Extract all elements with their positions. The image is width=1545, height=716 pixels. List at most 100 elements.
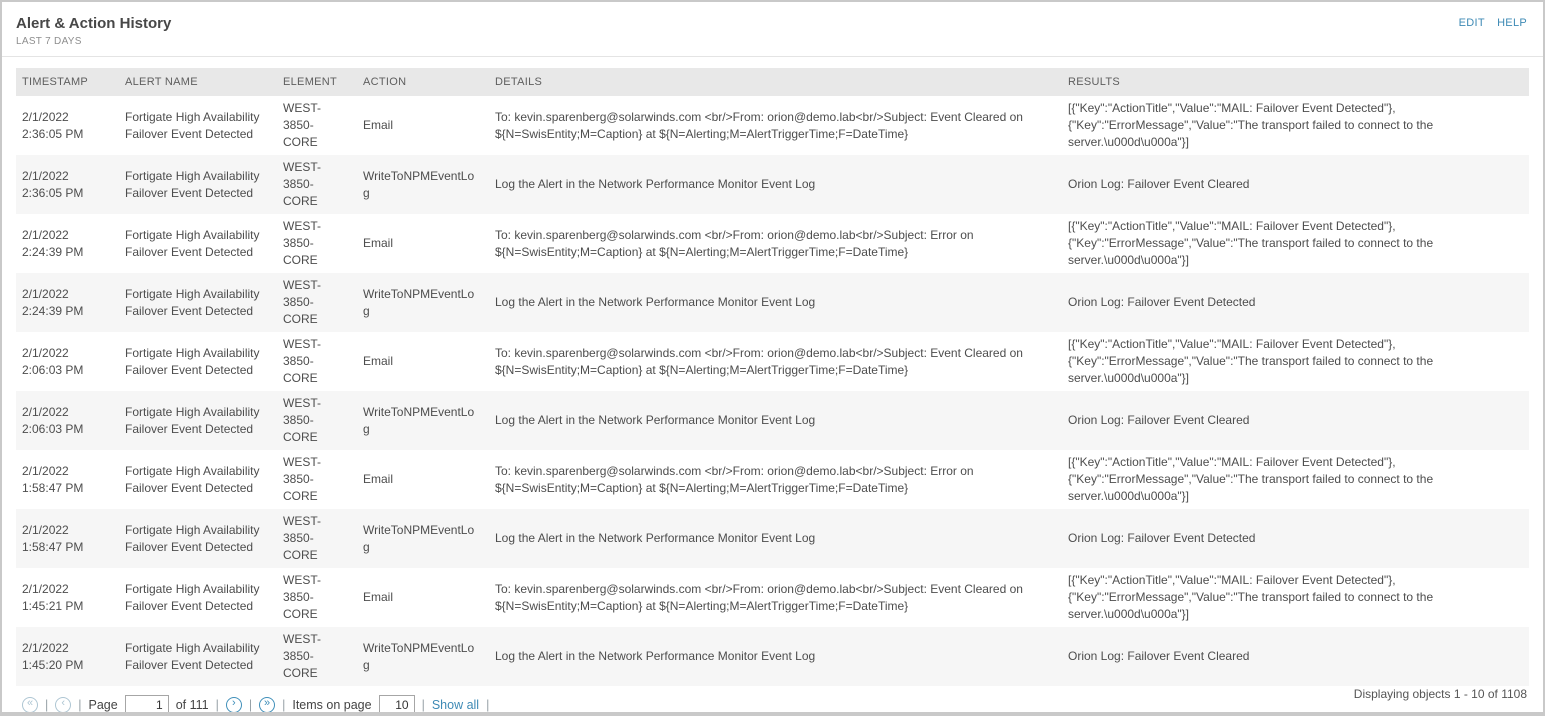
alert-name-cell: Fortigate High Availability Failover Eve… [125, 404, 260, 436]
column-header-element: ELEMENT [283, 76, 338, 88]
element-cell: WEST-3850-CORE [283, 278, 321, 326]
results-cell: [{"Key":"ActionTitle","Value":"MAIL: Fai… [1068, 573, 1434, 621]
element-cell: WEST-3850-CORE [283, 337, 321, 385]
alert-name-cell: Fortigate High Availability Failover Eve… [125, 227, 260, 259]
prev-page-button[interactable]: ‹ [55, 696, 72, 712]
timestamp-cell: 2/1/2022 2:36:05 PM [22, 168, 84, 200]
page-of-label: of 111 [175, 697, 209, 712]
element-cell: WEST-3850-CORE [283, 514, 321, 562]
timestamp-cell: 2/1/2022 2:24:39 PM [22, 286, 84, 318]
alert-name-cell: Fortigate High Availability Failover Eve… [125, 286, 260, 318]
first-page-button[interactable]: « [22, 696, 38, 712]
header-divider [2, 56, 1543, 57]
details-cell: Log the Alert in the Network Performance… [495, 649, 816, 663]
items-on-page-input[interactable] [378, 695, 415, 712]
pager-separator: | [282, 697, 286, 712]
details-cell: To: kevin.sparenberg@solarwinds.com <br/… [495, 345, 1023, 377]
action-cell: WriteToNPMEventLog [363, 168, 475, 200]
table-row: 2/1/2022 1:58:47 PM Fortigate High Avail… [16, 509, 1529, 568]
table-row: 2/1/2022 2:36:05 PM Fortigate High Avail… [16, 96, 1529, 155]
edit-link[interactable]: EDIT [1459, 17, 1485, 29]
action-cell: Email [363, 118, 394, 132]
help-link[interactable]: HELP [1497, 17, 1527, 29]
details-cell: To: kevin.sparenberg@solarwinds.com <br/… [495, 109, 1023, 141]
pager-separator: | [421, 697, 425, 712]
items-on-page-label: Items on page [292, 697, 372, 712]
element-cell: WEST-3850-CORE [283, 219, 321, 267]
table-row: 2/1/2022 2:06:03 PM Fortigate High Avail… [16, 391, 1529, 450]
page-subtitle: LAST 7 DAYS [16, 36, 82, 47]
header-links: EDIT HELP [1450, 17, 1527, 29]
details-cell: Log the Alert in the Network Performance… [495, 413, 816, 427]
results-cell: [{"Key":"ActionTitle","Value":"MAIL: Fai… [1068, 101, 1434, 149]
table-header-row: TIMESTAMP ALERT NAME ELEMENT ACTION DETA… [16, 68, 1529, 96]
pager-separator: | [215, 697, 219, 712]
table-row: 2/1/2022 2:06:03 PM Fortigate High Avail… [16, 332, 1529, 391]
alert-name-cell: Fortigate High Availability Failover Eve… [125, 522, 260, 554]
action-cell: WriteToNPMEventLog [363, 404, 475, 436]
alert-name-cell: Fortigate High Availability Failover Eve… [125, 640, 260, 672]
table-row: 2/1/2022 2:24:39 PM Fortigate High Avail… [16, 273, 1529, 332]
next-page-button[interactable]: › [225, 696, 242, 712]
details-cell: To: kevin.sparenberg@solarwinds.com <br/… [495, 227, 974, 259]
alert-name-cell: Fortigate High Availability Failover Eve… [125, 168, 260, 200]
pagination-bar: « | ‹ | Page of 111 | › | » | Items on p… [16, 688, 1529, 712]
results-cell: [{"Key":"ActionTitle","Value":"MAIL: Fai… [1068, 455, 1434, 503]
element-cell: WEST-3850-CORE [283, 632, 321, 680]
timestamp-cell: 2/1/2022 1:45:21 PM [22, 581, 84, 613]
column-header-alert-name: ALERT NAME [125, 76, 198, 88]
table-row: 2/1/2022 2:24:39 PM Fortigate High Avail… [16, 214, 1529, 273]
table-body: 2/1/2022 2:36:05 PM Fortigate High Avail… [16, 96, 1529, 686]
results-cell: Orion Log: Failover Event Cleared [1068, 649, 1250, 663]
element-cell: WEST-3850-CORE [283, 455, 321, 503]
results-cell: Orion Log: Failover Event Detected [1068, 295, 1256, 309]
details-cell: To: kevin.sparenberg@solarwinds.com <br/… [495, 463, 974, 495]
element-cell: WEST-3850-CORE [283, 160, 321, 208]
action-cell: WriteToNPMEventLog [363, 522, 475, 554]
timestamp-cell: 2/1/2022 2:24:39 PM [22, 227, 84, 259]
alert-name-cell: Fortigate High Availability Failover Eve… [125, 463, 260, 495]
page-label: Page [88, 697, 118, 712]
table-row: 2/1/2022 1:45:21 PM Fortigate High Avail… [16, 568, 1529, 627]
show-all-link[interactable]: Show all [432, 698, 479, 712]
details-cell: Log the Alert in the Network Performance… [495, 295, 816, 309]
results-cell: Orion Log: Failover Event Cleared [1068, 413, 1250, 427]
details-cell: To: kevin.sparenberg@solarwinds.com <br/… [495, 581, 1023, 613]
alert-name-cell: Fortigate High Availability Failover Eve… [125, 345, 260, 377]
action-cell: Email [363, 354, 394, 368]
results-cell: Orion Log: Failover Event Detected [1068, 531, 1256, 545]
alert-history-table: TIMESTAMP ALERT NAME ELEMENT ACTION DETA… [16, 68, 1529, 686]
timestamp-cell: 2/1/2022 2:06:03 PM [22, 404, 84, 436]
results-cell: [{"Key":"ActionTitle","Value":"MAIL: Fai… [1068, 337, 1434, 385]
details-cell: Log the Alert in the Network Performance… [495, 531, 816, 545]
element-cell: WEST-3850-CORE [283, 396, 321, 444]
table-row: 2/1/2022 1:58:47 PM Fortigate High Avail… [16, 450, 1529, 509]
pager-separator: | [486, 697, 490, 712]
results-cell: Orion Log: Failover Event Cleared [1068, 177, 1250, 191]
column-header-action: ACTION [363, 76, 407, 88]
widget-frame: Alert & Action History LAST 7 DAYS EDIT … [0, 0, 1545, 716]
pager-separator: | [78, 697, 82, 712]
action-cell: Email [363, 472, 394, 486]
action-cell: Email [363, 236, 394, 250]
alert-name-cell: Fortigate High Availability Failover Eve… [125, 581, 260, 613]
results-cell: [{"Key":"ActionTitle","Value":"MAIL: Fai… [1068, 219, 1434, 267]
timestamp-cell: 2/1/2022 1:45:20 PM [22, 640, 84, 672]
element-cell: WEST-3850-CORE [283, 573, 321, 621]
timestamp-cell: 2/1/2022 2:06:03 PM [22, 345, 84, 377]
card-header: Alert & Action History LAST 7 DAYS EDIT … [2, 2, 1543, 56]
timestamp-cell: 2/1/2022 1:58:47 PM [22, 463, 84, 495]
table-row: 2/1/2022 2:36:05 PM Fortigate High Avail… [16, 155, 1529, 214]
timestamp-cell: 2/1/2022 1:58:47 PM [22, 522, 84, 554]
action-cell: WriteToNPMEventLog [363, 640, 475, 672]
details-cell: Log the Alert in the Network Performance… [495, 177, 816, 191]
action-cell: Email [363, 590, 394, 604]
column-header-results: RESULTS [1068, 76, 1121, 88]
action-cell: WriteToNPMEventLog [363, 286, 475, 318]
timestamp-cell: 2/1/2022 2:36:05 PM [22, 109, 84, 141]
page-title: Alert & Action History [16, 15, 172, 32]
displaying-objects-label: Displaying objects 1 - 10 of 1108 [1353, 687, 1527, 701]
last-page-button[interactable]: » [259, 696, 276, 712]
column-header-timestamp: TIMESTAMP [22, 76, 89, 88]
page-input[interactable] [124, 695, 169, 712]
